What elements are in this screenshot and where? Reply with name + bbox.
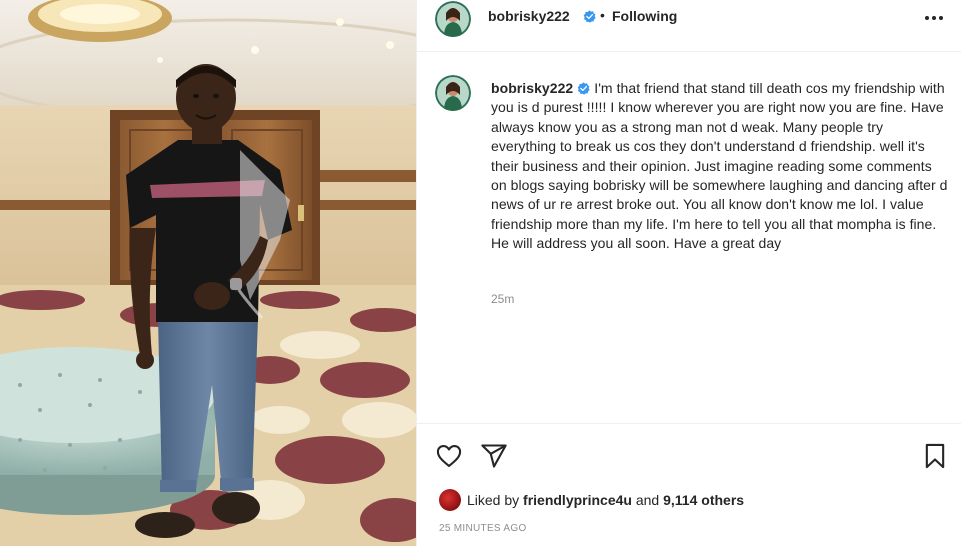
heart-icon[interactable]: [435, 442, 463, 470]
caption-username[interactable]: bobrisky222: [491, 80, 573, 96]
instagram-post: bobrisky222 • Following bobrisky222 I'm …: [0, 0, 961, 546]
post-details-panel: bobrisky222 • Following bobrisky222 I'm …: [416, 0, 961, 546]
post-actions-bar: [417, 424, 961, 488]
verified-badge-icon: [583, 10, 596, 23]
comments-section: bobrisky222 I'm that friend that stand ti…: [417, 52, 961, 424]
caption-timestamp[interactable]: 25m: [491, 292, 514, 306]
likes-count[interactable]: 9,114 others: [663, 492, 744, 508]
verified-badge-icon: [577, 82, 590, 95]
caption-text: I'm that friend that stand till death co…: [491, 80, 948, 252]
send-icon[interactable]: [480, 442, 508, 470]
post-photo-illustration: [0, 0, 416, 546]
likes-and: and: [635, 492, 660, 508]
following-button[interactable]: Following: [612, 8, 677, 24]
liker-username[interactable]: friendlyprince4u: [523, 492, 632, 508]
likes-prefix: Liked by: [467, 492, 520, 508]
bookmark-icon[interactable]: [921, 442, 949, 470]
author-username[interactable]: bobrisky222: [488, 8, 570, 24]
post-photo[interactable]: [0, 0, 416, 546]
header-separator: •: [600, 7, 605, 23]
author-avatar-image: [435, 1, 471, 37]
author-avatar[interactable]: [435, 1, 471, 37]
post-header: bobrisky222 • Following: [417, 0, 961, 52]
likes-text: Liked by friendlyprince4u and 9,114 othe…: [467, 492, 744, 508]
post-caption: bobrisky222 I'm that friend that stand ti…: [491, 79, 951, 254]
more-options-icon[interactable]: [922, 10, 946, 26]
liker-avatar[interactable]: [439, 489, 461, 511]
caption-avatar-image: [435, 75, 471, 111]
caption-author-avatar[interactable]: [435, 75, 471, 111]
post-timestamp[interactable]: 25 MINUTES AGO: [439, 523, 527, 534]
